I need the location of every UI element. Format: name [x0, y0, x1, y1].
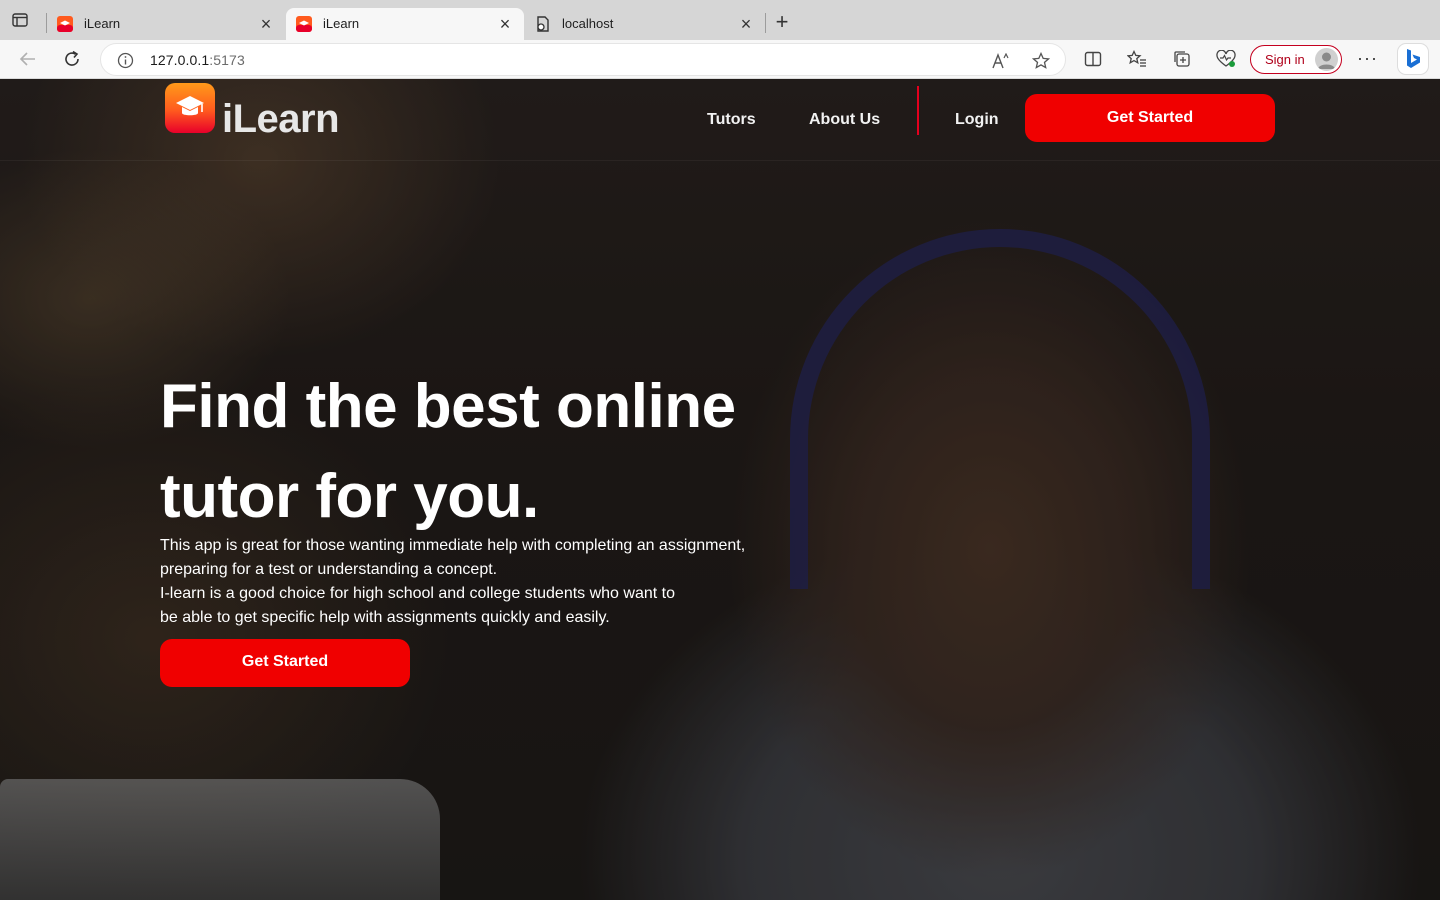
site-info-icon[interactable] — [117, 52, 134, 69]
ilearn-page: iLearn Tutors About Us Login Get Started… — [0, 79, 1440, 900]
browser-tab-bar: iLearn × iLearn × localhost × + — [0, 0, 1440, 40]
sign-in-label: Sign in — [1265, 52, 1305, 67]
hero-description-line-2: preparing for a test or understanding a … — [160, 561, 498, 578]
tab-title: iLearn — [323, 16, 360, 31]
split-screen-icon[interactable] — [1083, 49, 1103, 69]
hero-headline-line-2: tutor for you. — [160, 462, 539, 531]
hero-description: This app is great for those wanting imme… — [160, 534, 820, 630]
tab-ilearn-1[interactable]: iLearn × — [47, 8, 285, 40]
nav-divider — [917, 86, 919, 135]
avatar — [1315, 48, 1338, 71]
hero-description-line-3: I-learn is a good choice for high school… — [160, 585, 675, 602]
url-port: :5173 — [209, 52, 245, 68]
more-options-button[interactable]: ··· — [1357, 48, 1378, 68]
url-text: 127.0.0.1:5173 — [150, 52, 245, 69]
hero-headline-line-1: Find the best online — [160, 372, 736, 441]
laptop-shape — [0, 779, 440, 900]
tab-close-icon[interactable]: × — [496, 15, 514, 33]
tab-title: iLearn — [84, 16, 121, 31]
ilearn-favicon-icon — [296, 16, 312, 32]
tab-title: localhost — [562, 16, 614, 31]
read-aloud-icon[interactable] — [991, 51, 1011, 71]
header-get-started-button[interactable]: Get Started — [1025, 94, 1275, 142]
tab-actions-icon[interactable] — [10, 11, 30, 29]
address-bar[interactable]: 127.0.0.1:5173 — [100, 43, 1066, 76]
favorite-star-icon[interactable] — [1031, 51, 1051, 71]
browser-essentials-icon[interactable] — [1216, 49, 1236, 69]
bing-copilot-icon[interactable] — [1397, 43, 1429, 75]
tab-close-icon[interactable]: × — [737, 15, 755, 33]
collections-icon[interactable] — [1172, 49, 1192, 69]
nav-link-login[interactable]: Login — [955, 111, 999, 129]
refresh-icon[interactable] — [61, 48, 83, 70]
tab-close-icon[interactable]: × — [257, 15, 275, 33]
sign-in-button[interactable]: Sign in — [1250, 45, 1342, 74]
page-icon — [535, 16, 551, 32]
tab-separator — [765, 13, 766, 33]
nav-link-tutors[interactable]: Tutors — [707, 111, 756, 129]
hero-headline: Find the best online tutor for you. — [160, 362, 800, 542]
brand-name[interactable]: iLearn — [222, 97, 340, 141]
ilearn-logo-icon[interactable] — [165, 83, 215, 133]
hero-description-line-4: be able to get specific help with assign… — [160, 609, 610, 626]
tab-localhost[interactable]: localhost × — [525, 8, 765, 40]
hero-description-line-1: This app is great for those wanting imme… — [160, 537, 746, 554]
site-navbar: iLearn Tutors About Us Login Get Started — [0, 79, 1440, 161]
browser-toolbar: 127.0.0.1:5173 Sign in ··· — [0, 40, 1440, 79]
favorites-icon[interactable] — [1127, 49, 1147, 69]
url-host: 127.0.0.1 — [150, 52, 210, 68]
new-tab-button[interactable]: + — [771, 11, 793, 34]
nav-link-about-us[interactable]: About Us — [809, 111, 880, 129]
ilearn-favicon-icon — [57, 16, 73, 32]
hero-get-started-button[interactable]: Get Started — [160, 639, 410, 687]
tab-ilearn-active[interactable]: iLearn × — [286, 8, 524, 40]
back-icon[interactable] — [17, 48, 39, 70]
